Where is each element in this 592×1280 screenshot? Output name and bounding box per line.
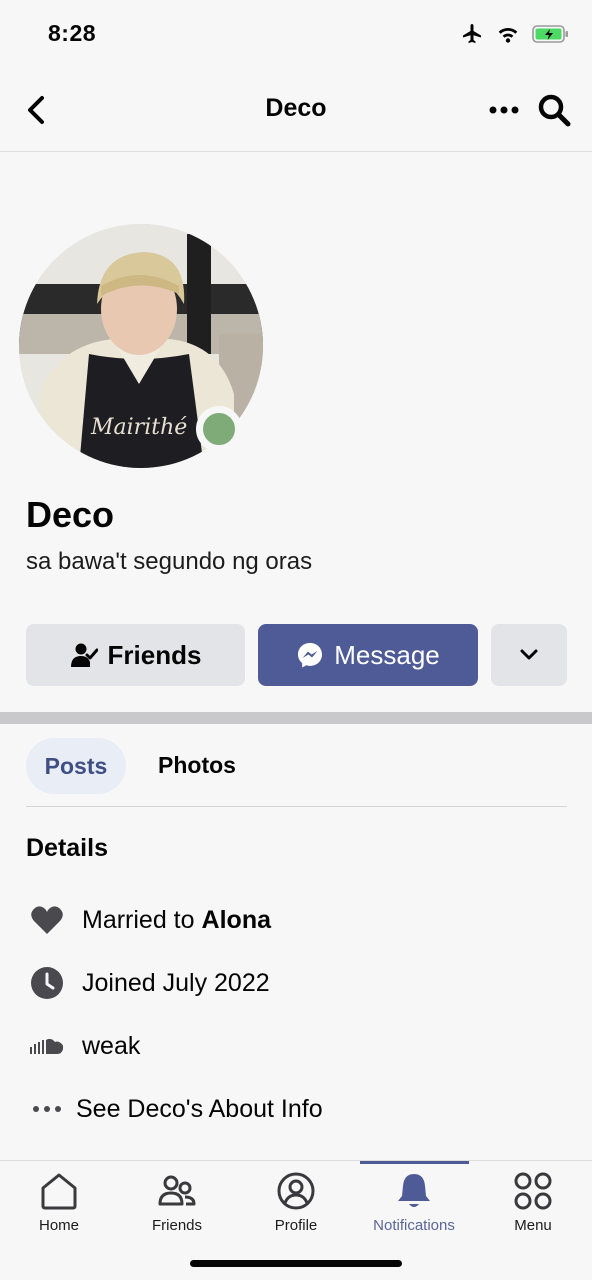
joined-text: Joined July 2022 [82,968,270,997]
see-about-info-link[interactable]: See Deco's About Info [26,1089,323,1129]
tab-photos[interactable]: Photos [158,752,236,779]
search-button[interactable] [536,92,572,128]
nav-menu[interactable]: Menu [474,1168,592,1234]
tabs-divider [26,806,567,807]
nav-profile[interactable]: Profile [237,1168,355,1234]
active-tab-indicator [360,1161,469,1164]
nav-home-label: Home [38,1217,79,1234]
airplane-icon [463,24,481,43]
detail-joined: Joined July 2022 [26,963,270,1003]
detail-soundcloud[interactable]: weak [26,1026,140,1066]
nav-home[interactable]: Home [0,1168,118,1234]
profile-bio: sa bawa't segundo ng oras [26,548,313,575]
status-time: 8:28 [48,20,97,46]
menu-grid-icon [514,1172,552,1210]
more-options-button[interactable] [488,98,520,122]
bell-icon [398,1174,430,1207]
message-button[interactable]: Message [258,624,478,686]
chevron-down-icon [520,649,538,660]
detail-relationship: Married to Alona [26,900,271,940]
tab-posts[interactable]: Posts [26,738,126,794]
search-icon [538,94,571,127]
profile-icon [277,1172,315,1210]
more-horizontal-icon [489,106,519,114]
svg-text:Mairithé: Mairithé [90,415,187,440]
friends-button-label: Friends [107,639,202,670]
nav-notifications[interactable]: Notifications [355,1168,473,1234]
more-horizontal-icon [26,1089,68,1129]
nav-profile-label: Profile [274,1217,318,1234]
messenger-icon [298,643,323,668]
battery-icon [532,25,568,43]
nav-notifications-label: Notifications [373,1217,455,1234]
heart-icon [26,900,68,940]
see-about-text: See Deco's About Info [76,1094,323,1123]
clock-icon [26,963,68,1003]
section-divider [0,712,592,724]
relationship-partner[interactable]: Alona [202,906,271,935]
soundcloud-icon [26,1026,68,1066]
home-icon [41,1173,77,1210]
nav-friends-label: Friends [151,1217,203,1234]
home-indicator [190,1260,402,1267]
nav-menu-label: Menu [514,1217,552,1234]
top-navigation-bar: Deco [0,70,592,152]
more-actions-button[interactable] [491,624,567,686]
wifi-icon [498,28,518,43]
relationship-prefix: Married to [82,905,195,934]
friend-check-icon [70,643,98,667]
message-button-label: Message [334,639,440,670]
soundcloud-text: weak [82,1031,141,1060]
online-status-indicator [196,406,242,452]
nav-friends[interactable]: Friends [118,1168,236,1234]
details-heading: Details [26,834,108,862]
friends-button[interactable]: Friends [26,624,245,686]
friends-icon [158,1175,196,1206]
status-bar: 8:28 [0,0,592,70]
profile-name: Deco [26,494,115,535]
status-icons [460,22,570,46]
